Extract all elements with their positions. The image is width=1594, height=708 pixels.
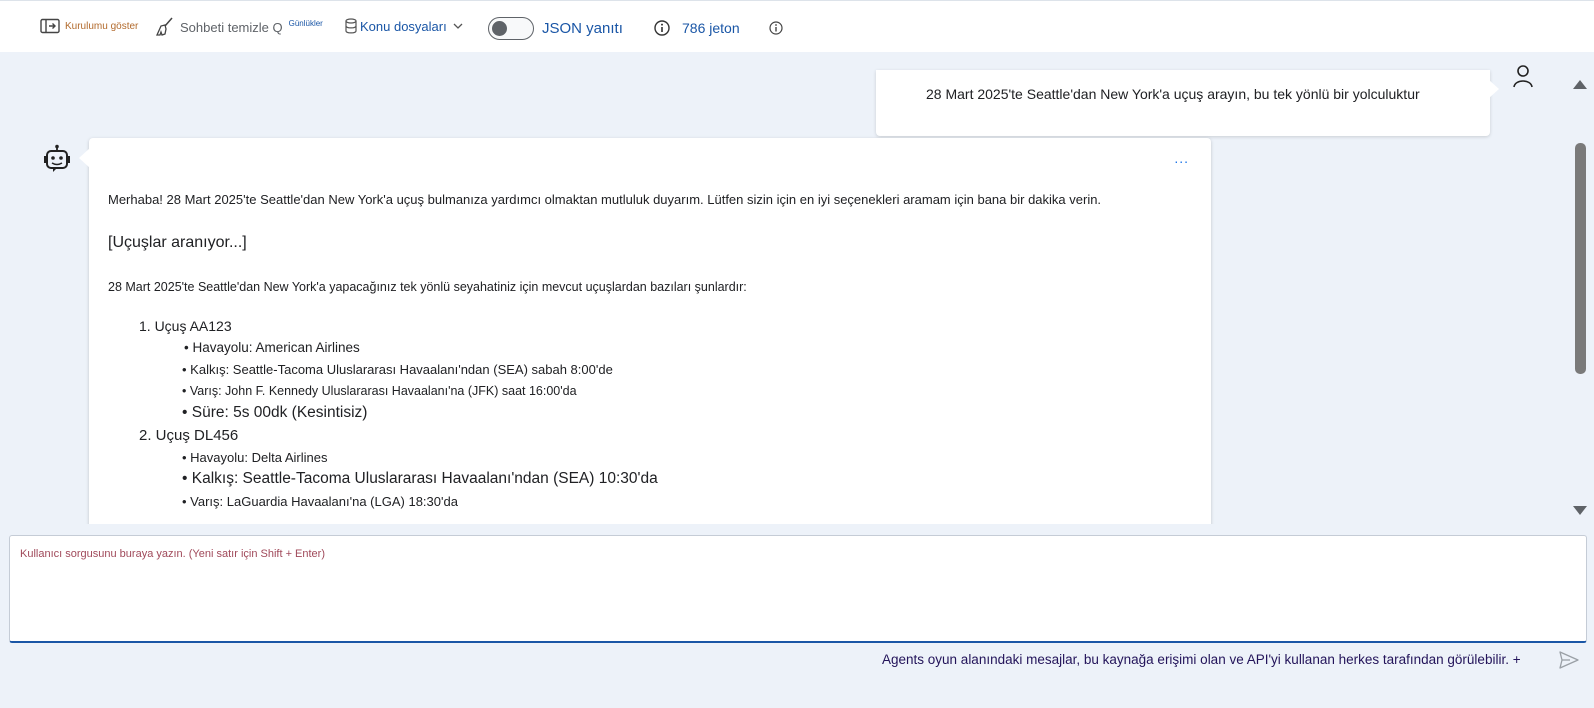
clear-chat-button[interactable]: Sohbeti temizle Q Günlükler [156, 17, 323, 37]
info-icon[interactable] [654, 20, 670, 36]
broom-icon [156, 17, 174, 37]
chevron-down-icon [453, 23, 463, 30]
query-input[interactable] [10, 536, 1586, 641]
bot-avatar-icon [44, 144, 70, 179]
json-response-toggle[interactable]: JSON yanıtı [488, 17, 623, 40]
flight-detail: • Süre: 5s 00dk (Kesintisiz) [182, 404, 368, 421]
toggle-switch[interactable] [488, 17, 534, 40]
token-count-label: 786 jeton [682, 20, 740, 36]
bubble-tail [1489, 80, 1499, 98]
toggle-knob [492, 20, 507, 36]
scroll-up-arrow[interactable] [1573, 80, 1587, 89]
bot-summary-text: 28 Mart 2025'te Seattle'dan New York'a y… [108, 280, 747, 294]
send-icon[interactable] [1559, 651, 1579, 674]
visibility-notice: Agents oyun alanındaki mesajlar, bu kayn… [882, 652, 1521, 667]
show-setup-button[interactable]: Kurulumu göster [40, 18, 138, 34]
more-options-button[interactable]: ... [1174, 150, 1189, 166]
topic-files-dropdown[interactable]: Konu dosyaları [345, 18, 463, 34]
clear-chat-label: Sohbeti temizle Q [180, 19, 283, 35]
database-icon [345, 18, 357, 34]
info-icon[interactable] [769, 21, 783, 35]
query-input-box[interactable] [9, 535, 1587, 643]
bot-searching-text: [Uçuşlar aranıyor...] [108, 234, 247, 251]
flight-title: 2. Uçuş DL456 [139, 427, 239, 444]
flight-title: 1. Uçuş AA123 [139, 318, 232, 334]
flight-detail: • Varış: John F. Kennedy Uluslararası Ha… [182, 384, 577, 398]
scroll-down-arrow[interactable] [1573, 506, 1587, 515]
flight-detail: • Varış: LaGuardia Havaalanı'na (LGA) 18… [182, 494, 458, 509]
topic-files-label: Konu dosyaları [360, 18, 447, 34]
bot-message: ... Merhaba! 28 Mart 2025'te Seattle'dan… [79, 138, 1211, 524]
scrollbar-thumb[interactable] [1575, 143, 1586, 374]
bubble-tail [79, 148, 90, 168]
flight-detail: • Havayolu: Delta Airlines [182, 450, 328, 465]
logs-link[interactable]: Günlükler [289, 19, 323, 28]
show-setup-label: Kurulumu göster [65, 20, 139, 32]
toolbar: Kurulumu göster Sohbeti temizle Q Günlük… [0, 0, 1594, 52]
user-message: 28 Mart 2025'te Seattle'dan New York'a u… [876, 70, 1499, 136]
flight-detail: • Havayolu: American Airlines [184, 340, 360, 355]
user-avatar-icon [1512, 64, 1534, 93]
bot-intro-text: Merhaba! 28 Mart 2025'te Seattle'dan New… [108, 192, 1102, 207]
chat-area[interactable]: 28 Mart 2025'te Seattle'dan New York'a u… [0, 52, 1594, 524]
flight-detail: • Kalkış: Seattle-Tacoma Uluslararası Ha… [182, 470, 658, 487]
user-message-text: 28 Mart 2025'te Seattle'dan New York'a u… [926, 86, 1420, 102]
json-response-label: JSON yanıtı [542, 20, 623, 37]
flight-detail: • Kalkış: Seattle-Tacoma Uluslararası Ha… [182, 362, 613, 377]
panel-open-icon [40, 18, 60, 34]
token-count: 786 jeton [654, 20, 740, 36]
